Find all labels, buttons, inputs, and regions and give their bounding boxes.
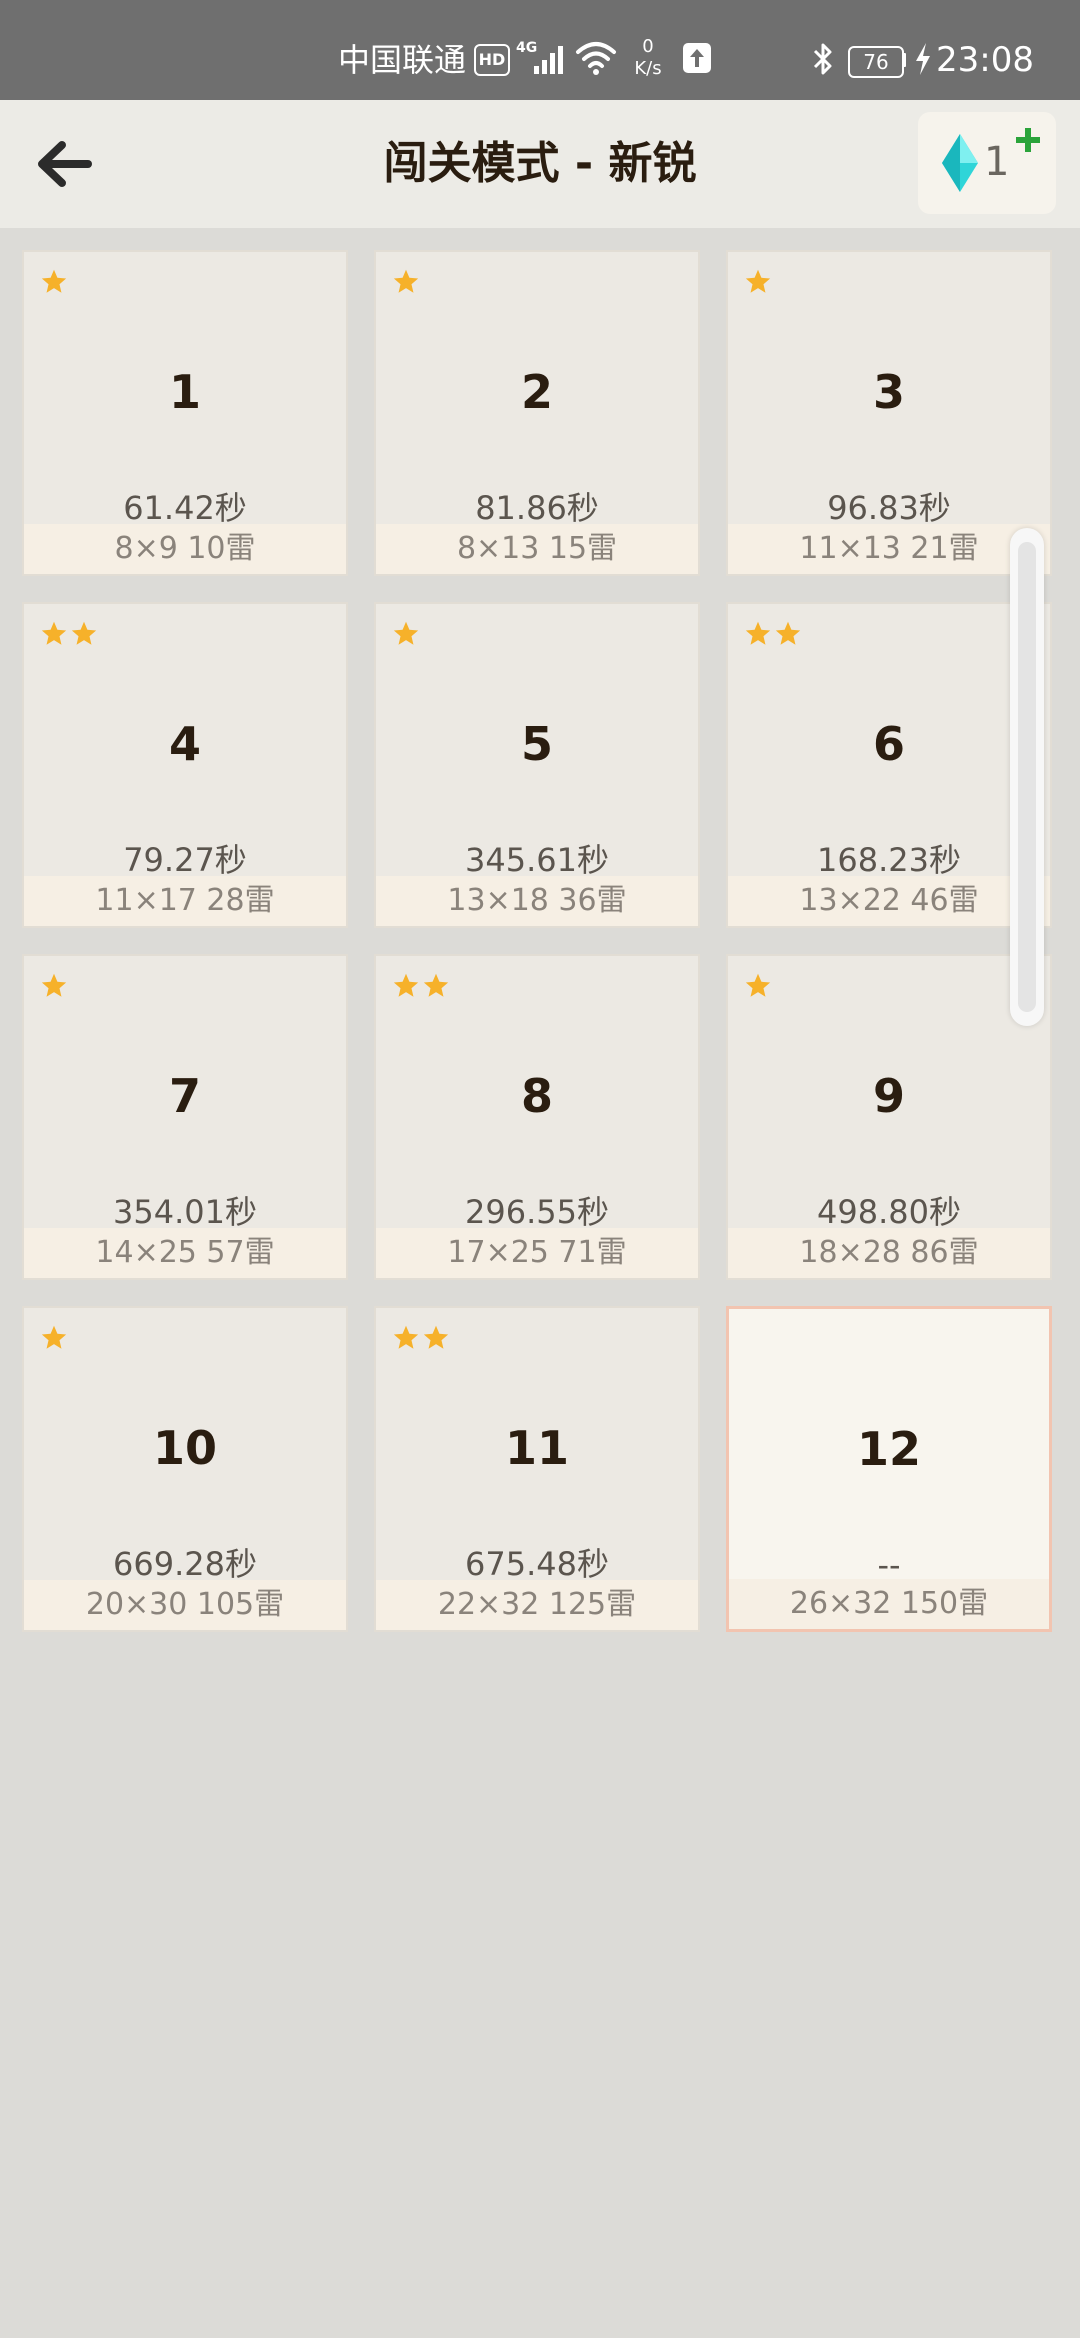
level-number: 7: [168, 1069, 201, 1123]
best-time: 675.48秒: [465, 1545, 609, 1583]
level-card[interactable]: 4 79.27秒 11×17 28雷: [22, 602, 348, 928]
bluetooth-icon: [813, 43, 832, 75]
gem-counter-button[interactable]: 1: [918, 112, 1056, 214]
level-number: 8: [520, 1069, 553, 1123]
gem-count: 1: [984, 139, 1010, 185]
star-icon: [423, 973, 449, 997]
status-bar: 中国联通 HD 4G 0 K/s 76 23:08: [0, 0, 1080, 100]
level-card[interactable]: 9 498.80秒 18×28 86雷: [726, 954, 1052, 1280]
hd-icon: HD: [474, 44, 510, 76]
star-icon: [41, 1325, 67, 1349]
level-card[interactable]: 2 81.86秒 8×13 15雷: [374, 250, 700, 576]
wifi-icon: [576, 42, 616, 75]
star-rating: [392, 620, 420, 648]
star-rating: [392, 1324, 450, 1352]
star-icon: [423, 1325, 449, 1349]
star-icon: [745, 269, 771, 293]
board-size-mines: 18×28 86雷: [728, 1228, 1050, 1278]
scrollbar[interactable]: [1010, 528, 1044, 1026]
level-number: 9: [872, 1069, 905, 1123]
star-rating: [40, 620, 98, 648]
level-card[interactable]: 7 354.01秒 14×25 57雷: [22, 954, 348, 1280]
star-icon: [41, 973, 67, 997]
level-card[interactable]: 3 96.83秒 11×13 21雷: [726, 250, 1052, 576]
scrollbar-thumb[interactable]: [1018, 542, 1036, 1012]
board-size-mines: 8×9 10雷: [24, 524, 346, 574]
star-icon: [71, 621, 97, 645]
best-time: 81.86秒: [475, 489, 599, 527]
star-icon: [41, 269, 67, 293]
star-icon: [393, 621, 419, 645]
best-time: 498.80秒: [817, 1193, 961, 1231]
board-size-mines: 8×13 15雷: [376, 524, 698, 574]
level-number: 3: [872, 365, 905, 419]
board-size-mines: 17×25 71雷: [376, 1228, 698, 1278]
star-icon: [745, 621, 771, 645]
star-icon: [775, 621, 801, 645]
level-card[interactable]: 8 296.55秒 17×25 71雷: [374, 954, 700, 1280]
board-size-mines: 13×18 36雷: [376, 876, 698, 926]
clock: 23:08: [936, 40, 1034, 80]
network-speed: 0 K/s: [628, 36, 668, 80]
level-card[interactable]: 10 669.28秒 20×30 105雷: [22, 1306, 348, 1632]
star-icon: [393, 1325, 419, 1349]
star-rating: [40, 972, 68, 1000]
best-time: 354.01秒: [113, 1193, 257, 1231]
charging-icon: [916, 43, 930, 75]
level-number: 10: [152, 1421, 217, 1475]
best-time: 168.23秒: [817, 841, 961, 879]
star-rating: [744, 268, 772, 296]
diamond-icon: [942, 134, 978, 192]
best-time: 96.83秒: [827, 489, 951, 527]
level-card[interactable]: 11 675.48秒 22×32 125雷: [374, 1306, 700, 1632]
star-rating: [392, 268, 420, 296]
level-number: 12: [856, 1422, 921, 1476]
best-time: 296.55秒: [465, 1193, 609, 1231]
battery-icon: 76: [848, 46, 904, 78]
board-size-mines: 13×22 46雷: [728, 876, 1050, 926]
level-number: 1: [168, 365, 201, 419]
best-time: 79.27秒: [123, 841, 247, 879]
level-card[interactable]: 12 -- 26×32 150雷: [726, 1306, 1052, 1632]
star-rating: [40, 1324, 68, 1352]
speed-value: 0: [642, 36, 654, 57]
star-rating: [40, 268, 68, 296]
best-time: 345.61秒: [465, 841, 609, 879]
level-card[interactable]: 5 345.61秒 13×18 36雷: [374, 602, 700, 928]
level-number: 2: [520, 365, 553, 419]
level-number: 4: [168, 717, 201, 771]
board-size-mines: 26×32 150雷: [729, 1579, 1049, 1629]
app-header: 闯关模式 - 新锐 1: [0, 100, 1080, 228]
level-card[interactable]: 1 61.42秒 8×9 10雷: [22, 250, 348, 576]
star-icon: [41, 621, 67, 645]
signal-icon: [534, 46, 563, 74]
level-card[interactable]: 6 168.23秒 13×22 46雷: [726, 602, 1052, 928]
best-time: 61.42秒: [123, 489, 247, 527]
add-gem-icon[interactable]: [1014, 126, 1042, 154]
star-icon: [393, 269, 419, 293]
board-size-mines: 11×13 21雷: [728, 524, 1050, 574]
upload-icon: [683, 43, 711, 73]
star-icon: [393, 973, 419, 997]
level-number: 11: [504, 1421, 569, 1475]
star-rating: [744, 972, 772, 1000]
board-size-mines: 20×30 105雷: [24, 1580, 346, 1630]
battery-cap: [902, 53, 906, 67]
star-rating: [392, 972, 450, 1000]
carrier-label: 中国联通: [338, 41, 467, 79]
board-size-mines: 11×17 28雷: [24, 876, 346, 926]
star-rating: [744, 620, 802, 648]
star-icon: [745, 973, 771, 997]
level-number: 5: [520, 717, 553, 771]
speed-unit: K/s: [634, 58, 662, 79]
board-size-mines: 22×32 125雷: [376, 1580, 698, 1630]
best-time: 669.28秒: [113, 1545, 257, 1583]
level-number: 6: [872, 717, 905, 771]
board-size-mines: 14×25 57雷: [24, 1228, 346, 1278]
